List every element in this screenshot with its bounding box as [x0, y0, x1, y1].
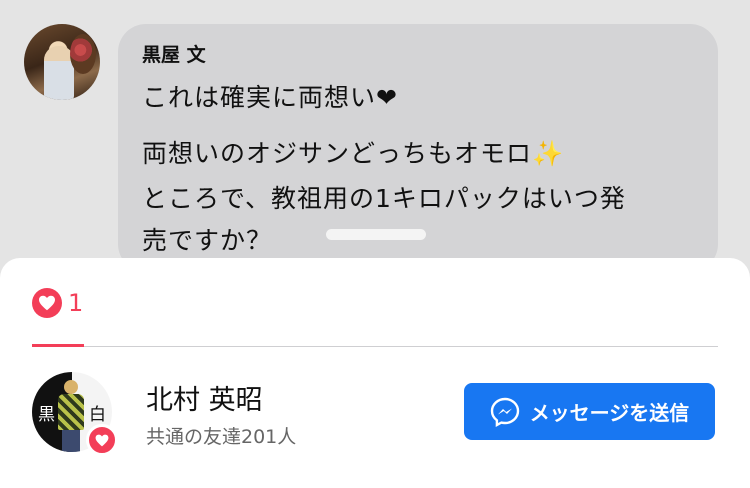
- comment-line-2-text: 両想いのオジサンどっちもオモロ: [142, 139, 533, 168]
- comment-line-3: ところで、教祖用の1キロパックはいつ発: [142, 184, 626, 213]
- screen: 黒屋 文 これは確実に両想い❤ 両想いのオジサンどっちもオモロ✨ ところで、教祖…: [0, 0, 750, 488]
- avatar-person-legs: [62, 430, 80, 452]
- comment-line-1: これは確実に両想い❤: [142, 78, 398, 114]
- avatar-heart-icon: [86, 424, 118, 456]
- sheet-grab-handle[interactable]: [326, 229, 426, 240]
- commenter-avatar[interactable]: [24, 24, 100, 100]
- comment-line-1-text: これは確実に両想い: [142, 83, 377, 112]
- sparkles-emoji-icon: ✨: [532, 139, 565, 168]
- reaction-count: 1: [68, 289, 84, 317]
- avatar-text-left: 黒: [38, 405, 55, 425]
- avatar-person-head: [64, 380, 78, 394]
- active-tab-indicator: [32, 344, 84, 347]
- heart-emoji-icon: ❤: [376, 83, 398, 112]
- send-message-label: メッセージを送信: [529, 401, 690, 425]
- comment-line-2: 両想いのオジサンどっちもオモロ✨: [142, 134, 564, 170]
- comment-author[interactable]: 黒屋 文: [142, 40, 206, 67]
- avatar-person-body: [58, 394, 84, 430]
- heart-icon: [32, 288, 62, 318]
- reactions-sheet: 1 黒 白 北村 英昭 共通の友達201人 メッセージを送信: [0, 258, 750, 488]
- avatar-text-right: 白: [89, 405, 106, 425]
- avatar-person: [58, 380, 84, 452]
- tab-divider: [32, 346, 718, 347]
- messenger-icon: [490, 397, 519, 427]
- avatar-flowers: [70, 34, 96, 74]
- user-name[interactable]: 北村 英昭: [146, 378, 263, 417]
- mutual-friends: 共通の友達201人: [146, 426, 297, 448]
- comment-bubble: 黒屋 文 これは確実に両想い❤ 両想いのオジサンどっちもオモロ✨ ところで、教祖…: [118, 24, 718, 272]
- send-message-button[interactable]: メッセージを送信: [464, 383, 715, 440]
- tab-heart-reactions[interactable]: 1: [32, 286, 83, 320]
- comment-line-4: 売ですか？: [142, 226, 273, 255]
